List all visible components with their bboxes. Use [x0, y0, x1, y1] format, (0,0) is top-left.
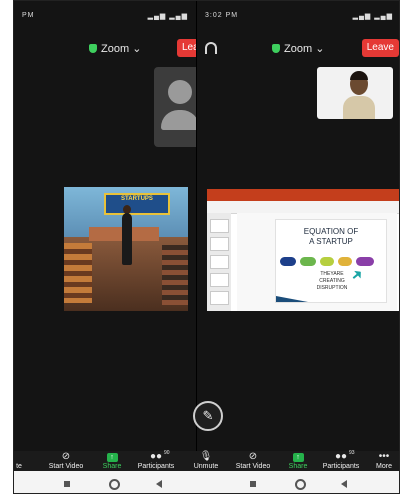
- avatar-head: [168, 80, 192, 104]
- slide-text-line1: THEYARE: [320, 271, 344, 277]
- slide-thumbnail: [210, 237, 229, 251]
- status-icons: ▂▄▆ ▂▄▆: [147, 13, 188, 20]
- start-video-label: Start Video: [235, 463, 271, 470]
- slide-canvas: EQUATION OF A STARTUP THEYARE CREATING D…: [237, 213, 397, 311]
- back-icon[interactable]: [341, 480, 347, 488]
- video-banner: STARTUPS: [104, 193, 170, 215]
- share-label: Share: [102, 463, 122, 470]
- home-icon[interactable]: [109, 479, 120, 490]
- equation-node: [280, 257, 296, 266]
- participants-icon: ●● 90: [132, 450, 180, 463]
- equation-node: [356, 257, 374, 266]
- status-time: 3:02 PM: [205, 12, 239, 19]
- self-video-thumbnail[interactable]: [317, 67, 393, 119]
- mute-label: te: [16, 463, 22, 470]
- leave-button[interactable]: Leave: [361, 39, 399, 57]
- headset-icon[interactable]: [205, 42, 217, 54]
- person-shirt: [343, 96, 375, 119]
- more-button[interactable]: ••• More: [373, 451, 395, 470]
- meeting-toolbar: te ⊘ Start Video ↑ Share ●● 90 Participa…: [14, 450, 399, 471]
- slide-title-line2: A STARTUP: [309, 237, 353, 246]
- mic-off-icon: 🎙: [199, 451, 213, 462]
- share-icon: ↑: [286, 451, 310, 463]
- avatar-body: [161, 110, 196, 130]
- zoom-label: Zoom: [101, 43, 130, 55]
- zoom-menu[interactable]: Zoom ⌄: [272, 42, 324, 55]
- equation-node: [338, 257, 352, 266]
- start-video-button[interactable]: ⊘ Start Video: [231, 451, 275, 470]
- share-label: Share: [288, 463, 308, 470]
- start-video-label: Start Video: [48, 463, 84, 470]
- slide-title-line1: EQUATION OF: [303, 227, 359, 236]
- equation-node: [320, 257, 334, 266]
- share-button[interactable]: ↑ Share: [286, 451, 310, 470]
- shield-icon: [272, 44, 280, 53]
- slide: EQUATION OF A STARTUP THEYARE CREATING D…: [275, 219, 387, 303]
- video-off-icon: ⊘: [61, 451, 71, 462]
- chevron-down-icon: ⌄: [315, 43, 325, 55]
- chevron-down-icon: ⌄: [132, 43, 142, 55]
- slide-title: EQUATION OF A STARTUP: [276, 227, 386, 247]
- app-ribbon: [207, 189, 399, 201]
- zoom-label: Zoom: [284, 43, 313, 55]
- video-audience-right: [162, 245, 188, 305]
- participants-label: Participants: [137, 463, 175, 470]
- leave-button[interactable]: Leav: [177, 39, 196, 57]
- participants-label: Participants: [322, 463, 360, 470]
- participants-count: 93: [349, 450, 355, 456]
- left-phone-screen: PM ▂▄▆ ▂▄▆ Zoom ⌄ Leav STARTUPS: [14, 1, 196, 451]
- video-off-icon: ⊘: [248, 451, 258, 462]
- slide-text-line2: CREATING: [319, 278, 345, 284]
- arrow-icon: [350, 268, 364, 282]
- shared-screen-presentation: EQUATION OF A STARTUP THEYARE CREATING D…: [207, 189, 399, 311]
- mic-icon: [14, 451, 28, 463]
- shield-icon: [89, 44, 97, 53]
- participants-count: 90: [164, 450, 170, 456]
- participants-button[interactable]: ●● 93 Participants: [317, 450, 365, 470]
- pen-icon[interactable]: ✎: [193, 401, 223, 431]
- video-audience-left: [64, 243, 92, 303]
- slide-text: THEYARE CREATING DISRUPTION: [312, 271, 352, 292]
- participant-avatar-tile[interactable]: [154, 67, 196, 147]
- share-button[interactable]: ↑ Share: [100, 451, 124, 470]
- status-bar: PM ▂▄▆ ▂▄▆: [14, 1, 196, 31]
- share-icon: ↑: [100, 451, 124, 463]
- zoom-menu[interactable]: Zoom ⌄: [89, 42, 141, 55]
- slide-thumbnail: [210, 291, 229, 305]
- participants-button[interactable]: ●● 90 Participants: [132, 450, 180, 470]
- right-phone-screen: 3:02 PM ▂▄▆ ▂▄▆ Zoom ⌄ Leave EQUATION OF…: [197, 1, 399, 451]
- start-video-button[interactable]: ⊘ Start Video: [44, 451, 88, 470]
- more-icon: •••: [378, 451, 390, 462]
- slide-thumbnail: [210, 219, 229, 233]
- slide-thumbnail: [210, 255, 229, 269]
- mute-button[interactable]: te: [14, 451, 28, 470]
- shared-video-frame: STARTUPS: [64, 187, 188, 311]
- recents-icon[interactable]: [64, 481, 70, 487]
- slide-text-line3: DISRUPTION: [316, 285, 348, 291]
- unmute-button[interactable]: 🎙 Unmute: [187, 451, 225, 470]
- status-bar: 3:02 PM ▂▄▆ ▂▄▆: [197, 1, 399, 31]
- slide-thumbnail: [210, 273, 229, 287]
- status-time: PM: [22, 12, 35, 19]
- unmute-label: Unmute: [193, 463, 219, 470]
- meeting-header: Zoom ⌄ Leav: [14, 38, 196, 60]
- back-icon[interactable]: [156, 480, 162, 488]
- recents-icon[interactable]: [250, 481, 256, 487]
- screenshot-frame: PM ▂▄▆ ▂▄▆ Zoom ⌄ Leav STARTUPS 3:02 PM …: [13, 0, 400, 494]
- status-icons: ▂▄▆ ▂▄▆: [352, 13, 393, 20]
- participants-icon: ●● 93: [317, 450, 365, 463]
- slide-thumbnails: [207, 213, 231, 311]
- meeting-header: Zoom ⌄ Leave: [197, 38, 399, 60]
- person-hair: [350, 71, 368, 80]
- android-navbar: [14, 471, 399, 493]
- equation-node: [300, 257, 316, 266]
- home-icon[interactable]: [295, 479, 306, 490]
- speaker-figure: [122, 213, 132, 265]
- slide-decoration: [276, 296, 308, 302]
- more-label: More: [376, 463, 392, 470]
